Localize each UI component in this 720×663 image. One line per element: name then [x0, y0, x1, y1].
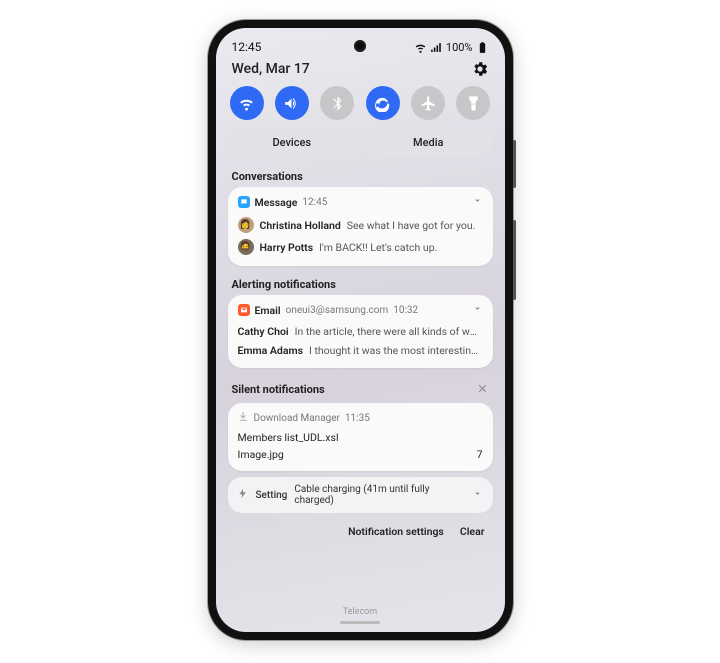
conversation-row[interactable]: 👩 Christina Holland See what I have got …	[238, 214, 483, 236]
sender-name: Christina Holland	[260, 219, 341, 232]
bluetooth-icon	[329, 95, 346, 112]
setting-text: Cable charging (41m until fully charged)	[294, 484, 464, 506]
devices-media-row: Devices Media	[226, 128, 495, 164]
carrier-label: Telecom	[226, 601, 495, 619]
email-time: 10:32	[393, 305, 418, 316]
wifi-icon	[238, 95, 255, 112]
sender-name: Cathy Choi	[238, 325, 289, 338]
dismiss-silent[interactable]	[476, 380, 489, 399]
email-row[interactable]: Cathy Choi In the article, there were al…	[238, 322, 483, 341]
bottom-actions: Notification settings Clear	[226, 517, 495, 546]
download-card[interactable]: Download Manager 11:35 Members list_UDL.…	[228, 403, 493, 471]
silent-header: Silent notifications	[226, 374, 495, 403]
alerting-heading: Alerting notifications	[226, 272, 495, 295]
expand-conversations[interactable]	[472, 195, 483, 209]
conversations-heading: Conversations	[226, 164, 495, 187]
settings-gear-icon[interactable]	[471, 60, 489, 78]
date-row: Wed, Mar 17	[226, 56, 495, 84]
avatar: 🧔	[238, 239, 254, 255]
side-button-1	[513, 140, 516, 188]
status-right: 100%	[414, 41, 489, 54]
notification-settings-button[interactable]: Notification settings	[348, 525, 444, 538]
side-button-2	[513, 220, 516, 300]
download-icon	[238, 411, 249, 425]
expand-setting[interactable]	[472, 488, 483, 502]
front-camera	[354, 40, 366, 52]
status-time: 12:45	[232, 40, 262, 54]
chevron-down-icon	[472, 488, 483, 499]
chevron-down-icon	[472, 303, 483, 314]
message-time: 12:45	[302, 197, 327, 208]
qs-wifi-toggle[interactable]	[230, 86, 264, 120]
screen: 12:45 100% Wed, Mar 17	[216, 28, 505, 632]
file-count: 7	[477, 448, 483, 461]
phone-frame: 12:45 100% Wed, Mar 17	[208, 20, 513, 640]
email-app-name: Email	[255, 304, 281, 317]
close-icon	[476, 382, 489, 395]
download-time: 11:35	[345, 413, 370, 424]
qs-rotate-toggle[interactable]	[366, 86, 400, 120]
wifi-status-icon	[414, 41, 427, 54]
silent-heading: Silent notifications	[232, 383, 325, 396]
devices-label: Devices	[272, 136, 311, 149]
file-name: Image.jpg	[238, 448, 284, 461]
charging-card[interactable]: Setting Cable charging (41m until fully …	[228, 477, 493, 513]
message-preview: See what I have got for you.	[347, 219, 476, 232]
signal-status-icon	[430, 41, 443, 54]
battery-status-icon	[476, 41, 489, 54]
chevron-down-icon	[472, 195, 483, 206]
sender-name: Harry Potts	[260, 241, 314, 254]
file-row[interactable]: Members list_UDL.xsl	[238, 429, 483, 446]
airplane-icon	[420, 95, 437, 112]
conversation-row[interactable]: 🧔 Harry Potts I'm BACK!! Let's catch up.	[238, 236, 483, 258]
avatar: 👩	[238, 217, 254, 233]
qs-flashlight-toggle[interactable]	[456, 86, 490, 120]
quick-settings-row	[226, 84, 495, 128]
rotate-icon	[374, 95, 391, 112]
nav-handle[interactable]	[340, 621, 380, 624]
email-preview: I thought it was the most interesting th…	[309, 344, 483, 357]
email-app-icon	[238, 304, 250, 316]
qs-bluetooth-toggle[interactable]	[320, 86, 354, 120]
email-card[interactable]: Email oneui3@samsung.com 10:32 Cathy Cho…	[228, 295, 493, 368]
clear-button[interactable]: Clear	[460, 525, 485, 538]
date-label: Wed, Mar 17	[232, 61, 310, 77]
message-app-icon	[238, 196, 250, 208]
devices-button[interactable]: Devices	[228, 128, 357, 156]
message-app-name: Message	[255, 196, 298, 209]
expand-email[interactable]	[472, 303, 483, 317]
bolt-icon	[238, 488, 249, 502]
email-account: oneui3@samsung.com	[286, 305, 389, 316]
download-app-name: Download Manager	[254, 413, 340, 424]
file-name: Members list_UDL.xsl	[238, 431, 339, 444]
qs-airplane-toggle[interactable]	[411, 86, 445, 120]
setting-label: Setting	[256, 490, 288, 501]
qs-sound-toggle[interactable]	[275, 86, 309, 120]
sound-icon	[283, 95, 300, 112]
sender-name: Emma Adams	[238, 344, 304, 357]
battery-percent: 100%	[446, 41, 473, 54]
media-button[interactable]: Media	[364, 128, 493, 156]
email-preview: In the article, there were all kinds of …	[295, 325, 483, 338]
email-row[interactable]: Emma Adams I thought it was the most int…	[238, 341, 483, 360]
media-label: Media	[413, 136, 443, 149]
conversations-card[interactable]: Message 12:45 👩 Christina Holland See wh…	[228, 187, 493, 266]
file-row[interactable]: Image.jpg 7	[238, 446, 483, 463]
message-preview: I'm BACK!! Let's catch up.	[319, 241, 437, 254]
flashlight-icon	[465, 95, 482, 112]
